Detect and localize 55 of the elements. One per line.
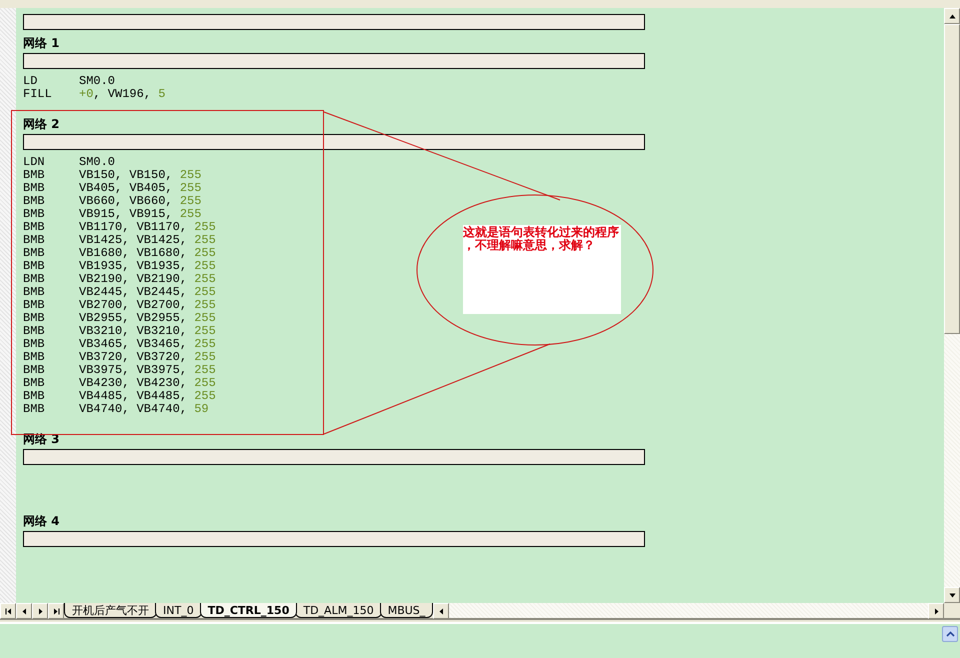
code-line: BMB VB1935, VB1935, 255	[23, 260, 216, 273]
code-line: BMB VB2700, VB2700, 255	[23, 299, 216, 312]
sheet-tab[interactable]: TD_CTRL_150	[200, 603, 298, 618]
code-line: LDN SM0.0	[23, 156, 116, 169]
triangle-left-icon	[20, 608, 28, 614]
first-icon	[4, 608, 12, 614]
note-text: 这就是语句表转化过来的程序，不理解嘛意思，求解？	[463, 225, 621, 314]
code-line: BMB VB150, VB150, 255	[23, 169, 202, 182]
sheet-tab[interactable]: MBUS_	[380, 603, 434, 618]
code-line: BMB VB1680, VB1680, 255	[23, 247, 216, 260]
code-line: BMB VB405, VB405, 255	[23, 182, 202, 195]
triangle-up-icon	[948, 12, 956, 20]
code-line: LD SM0.0	[23, 75, 116, 88]
triangle-left-icon	[438, 608, 445, 614]
code-line: BMB VB915, VB915, 255	[23, 208, 202, 221]
code-line: BMB VB660, VB660, 255	[23, 195, 202, 208]
scroll-down-button[interactable]	[944, 587, 960, 603]
sheet-tab[interactable]: 开机后产气不开	[64, 603, 157, 618]
code-line: BMB VB4740, VB4740, 59	[23, 403, 209, 416]
code-line: BMB VB4485, VB4485, 255	[23, 390, 216, 403]
collapse-button[interactable]	[942, 626, 958, 642]
code-line: FILL +0, VW196, 5	[23, 88, 166, 101]
network-title: 网络 1	[23, 36, 60, 50]
comment-field[interactable]	[23, 14, 645, 30]
network-title: 网络 4	[23, 514, 60, 528]
network-title: 网络 2	[23, 117, 60, 131]
last-tab-button[interactable]	[48, 603, 64, 619]
code-line: BMB VB2445, VB2445, 255	[23, 286, 216, 299]
sheet-tab[interactable]: INT_0	[155, 603, 202, 618]
code-line: BMB VB3975, VB3975, 255	[23, 364, 216, 377]
chevron-up-icon	[946, 631, 954, 637]
scroll-right-button[interactable]	[928, 603, 944, 619]
triangle-right-icon	[932, 608, 940, 614]
code-line: BMB VB3210, VB3210, 255	[23, 325, 216, 338]
code-line: BMB VB2190, VB2190, 255	[23, 273, 216, 286]
scroll-left-button[interactable]	[433, 603, 450, 619]
scroll-up-button[interactable]	[944, 8, 960, 24]
code-line: BMB VB1170, VB1170, 255	[23, 221, 216, 234]
code-line: BMB VB4230, VB4230, 255	[23, 377, 216, 390]
code-line: BMB VB1425, VB1425, 255	[23, 234, 216, 247]
previous-tab-button[interactable]	[16, 603, 32, 619]
first-tab-button[interactable]	[0, 603, 16, 619]
comment-field[interactable]	[23, 53, 645, 69]
triangle-right-icon	[36, 608, 44, 614]
sheet-tab[interactable]: TD_ALM_150	[295, 603, 382, 618]
comment-field[interactable]	[23, 449, 645, 465]
comment-field[interactable]	[23, 134, 645, 150]
code-line: BMB VB3465, VB3465, 255	[23, 338, 216, 351]
next-tab-button[interactable]	[32, 603, 48, 619]
comment-field[interactable]	[23, 531, 645, 547]
last-icon	[52, 608, 60, 614]
triangle-down-icon	[948, 592, 956, 598]
code-line: BMB VB3720, VB3720, 255	[23, 351, 216, 364]
code-line: BMB VB2955, VB2955, 255	[23, 312, 216, 325]
scrollbar-thumb[interactable]	[944, 24, 960, 334]
